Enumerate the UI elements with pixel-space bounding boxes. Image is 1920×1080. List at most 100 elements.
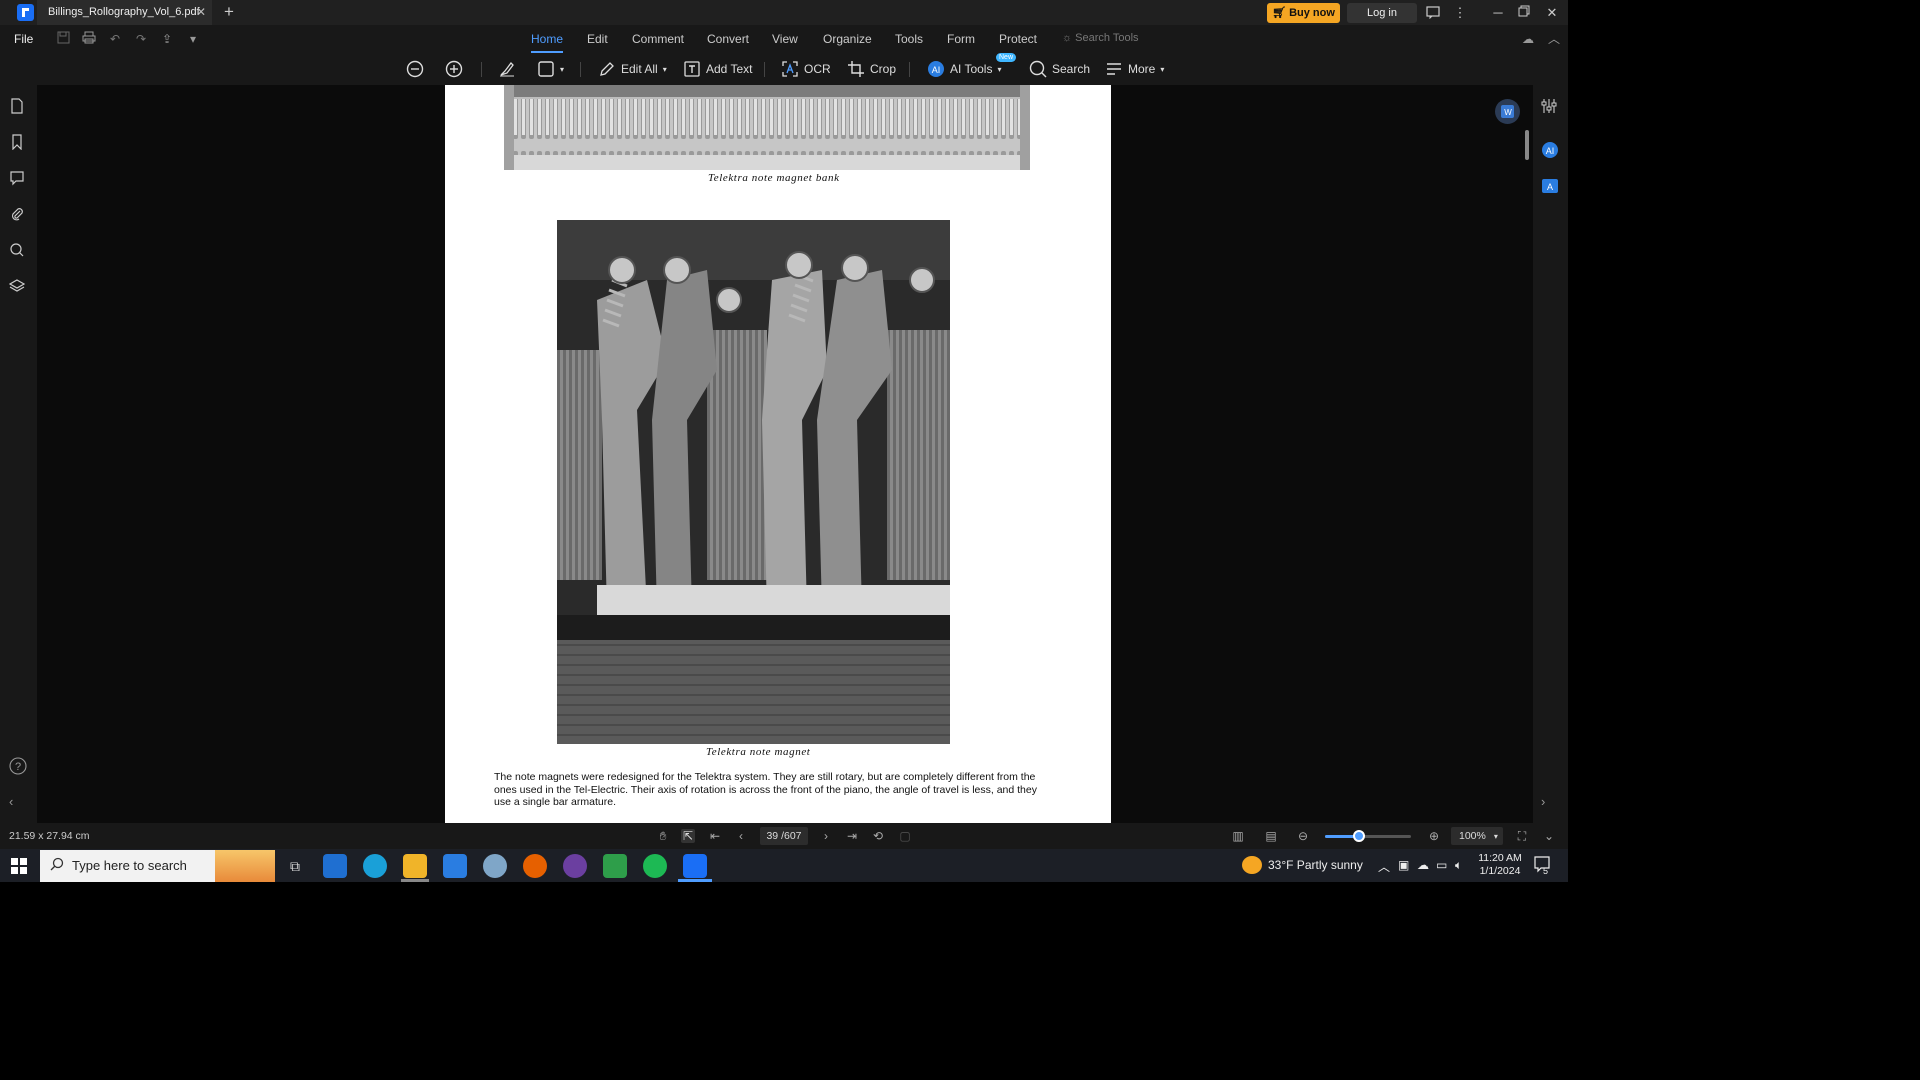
ai-assistant-icon[interactable]: AI	[1541, 141, 1559, 159]
show-hidden-icons-icon[interactable]: ︿	[1378, 858, 1390, 875]
minimize-icon[interactable]: ─	[1490, 5, 1506, 21]
ocr-button[interactable]: OCR	[781, 58, 831, 80]
page-thumbnails-icon[interactable]	[9, 98, 27, 116]
microsoft-store-icon[interactable]	[323, 854, 347, 878]
cloud-upload-icon[interactable]: ☁	[1520, 31, 1536, 47]
redo-icon[interactable]: ↷	[133, 31, 149, 47]
vertical-scrollbar[interactable]	[1525, 130, 1529, 160]
task-view-icon[interactable]: ⧉	[283, 854, 307, 878]
volume-icon[interactable]: 🔈︎	[1455, 858, 1462, 873]
last-page-icon[interactable]: ⇥	[845, 829, 859, 843]
tab-tools[interactable]: Tools	[895, 32, 923, 46]
zoom-in-button[interactable]	[445, 58, 463, 80]
first-page-icon[interactable]: ⇤	[708, 829, 722, 843]
read-mode-icon[interactable]: ▤	[1264, 829, 1278, 843]
file-explorer-icon[interactable]	[403, 854, 427, 878]
document-viewer[interactable]: Telektra note magnet bank Telektra note …	[37, 85, 1533, 823]
shape-button[interactable]: ▾	[537, 58, 564, 80]
zoom-slider[interactable]	[1325, 835, 1411, 838]
customize-toolbar-icon[interactable]: ▾	[185, 31, 201, 47]
weather-text[interactable]: 33°F Partly sunny	[1268, 858, 1363, 872]
restore-icon[interactable]	[1516, 5, 1532, 21]
more-options-icon[interactable]: ⋮	[1452, 5, 1468, 21]
onedrive-icon[interactable]: ☁	[1417, 858, 1429, 872]
zoom-out-icon[interactable]: ⊖	[1296, 829, 1310, 843]
tab-form[interactable]: Form	[947, 32, 975, 46]
collapse-left-panel-icon[interactable]: ‹	[9, 794, 27, 812]
network-icon[interactable]: ▭	[1436, 858, 1447, 872]
undo-icon[interactable]: ↶	[107, 31, 123, 47]
help-icon[interactable]: ?	[9, 757, 27, 775]
zoom-in-icon[interactable]: ⊕	[1427, 829, 1441, 843]
mail-icon[interactable]	[443, 854, 467, 878]
tab-organize[interactable]: Organize	[823, 32, 872, 46]
system-clock[interactable]: 11:20 AM 1/1/2024	[1477, 852, 1523, 878]
share-icon[interactable]: ⇪	[159, 31, 175, 47]
running-indicator	[401, 879, 429, 882]
collapse-ribbon-icon[interactable]: ︿	[1546, 31, 1562, 47]
translate-icon[interactable]: A	[1541, 177, 1559, 195]
meet-now-icon[interactable]: ▣	[1398, 858, 1409, 872]
fullscreen-icon[interactable]: ⛶	[1515, 829, 1529, 843]
firefox-icon[interactable]	[523, 854, 547, 878]
zoom-level-select[interactable]: 100% ▾	[1451, 827, 1503, 845]
print-icon[interactable]	[81, 31, 97, 47]
tab-view[interactable]: View	[772, 32, 798, 46]
zoom-slider-handle[interactable]	[1353, 830, 1366, 842]
ai-tools-button[interactable]: AI AI Tools ▾	[927, 58, 1001, 80]
more-button[interactable]: More ▾	[1105, 58, 1164, 80]
status-menu-icon[interactable]: ⌄	[1542, 829, 1556, 843]
attachment-icon[interactable]	[9, 206, 27, 224]
rotate-page-icon[interactable]: ⟲	[871, 829, 885, 843]
tab-comment[interactable]: Comment	[632, 32, 684, 46]
tab-home[interactable]: Home	[531, 32, 564, 53]
toolbar-divider	[764, 62, 765, 77]
edit-all-button[interactable]: Edit All ▾	[598, 58, 667, 80]
page-number-field[interactable]: 39 /607	[760, 827, 808, 845]
close-tab-icon[interactable]: ✕	[196, 5, 206, 19]
collapse-right-panel-icon[interactable]: ›	[1541, 794, 1559, 812]
next-page-icon[interactable]: ›	[819, 829, 833, 843]
search-icon[interactable]	[9, 242, 27, 260]
add-text-button[interactable]: Add Text	[683, 58, 752, 80]
paint-icon[interactable]	[483, 854, 507, 878]
spotify-icon[interactable]	[643, 854, 667, 878]
search-tools-field[interactable]: ☼ Search Tools	[1062, 32, 1139, 44]
lock-app-icon[interactable]	[603, 854, 627, 878]
zoom-out-button[interactable]	[406, 58, 424, 80]
document-tab[interactable]: Billings_Rollography_Vol_6.pdf ✕	[37, 0, 212, 25]
pdf-editor-taskbar-icon[interactable]	[683, 854, 707, 878]
highlight-button[interactable]	[498, 58, 516, 80]
select-tool-icon[interactable]: ⇱	[681, 829, 695, 843]
active-app-indicator	[678, 879, 712, 882]
floating-word-icon[interactable]: W	[1495, 99, 1520, 124]
windows-start-icon[interactable]	[11, 858, 27, 874]
previous-page-icon[interactable]: ‹	[734, 829, 748, 843]
notification-center-icon[interactable]	[1533, 855, 1551, 876]
pdf-page[interactable]: Telektra note magnet bank Telektra note …	[445, 85, 1111, 823]
taskbar-search-input[interactable]: Type here to search	[40, 850, 275, 882]
svg-text:AI: AI	[932, 65, 941, 75]
new-tab-icon[interactable]: +	[224, 2, 234, 22]
search-button[interactable]: Search	[1029, 58, 1090, 80]
close-window-icon[interactable]: ✕	[1544, 5, 1560, 21]
crop-button[interactable]: Crop	[847, 58, 896, 80]
hand-tool-icon[interactable]: ✋︎	[656, 829, 670, 843]
edge-browser-icon[interactable]	[363, 854, 387, 878]
page-layout-icon[interactable]: ▥	[1231, 829, 1245, 843]
tab-edit[interactable]: Edit	[587, 32, 608, 46]
game-app-icon[interactable]	[563, 854, 587, 878]
settings-sliders-icon[interactable]	[1541, 98, 1559, 116]
log-in-button[interactable]: Log in	[1347, 3, 1417, 23]
search-highlight-image	[215, 850, 275, 882]
file-menu[interactable]: File	[14, 32, 33, 46]
feedback-icon[interactable]	[1425, 5, 1441, 21]
buy-now-button[interactable]: 🛒︎ Buy now	[1267, 3, 1340, 23]
comment-icon[interactable]	[9, 170, 27, 188]
layers-icon[interactable]	[8, 278, 27, 296]
tab-convert[interactable]: Convert	[707, 32, 749, 46]
tab-protect[interactable]: Protect	[999, 32, 1037, 46]
bookmark-icon[interactable]	[9, 134, 27, 152]
fit-page-icon[interactable]: ▢	[898, 829, 912, 843]
save-icon[interactable]	[55, 31, 71, 47]
